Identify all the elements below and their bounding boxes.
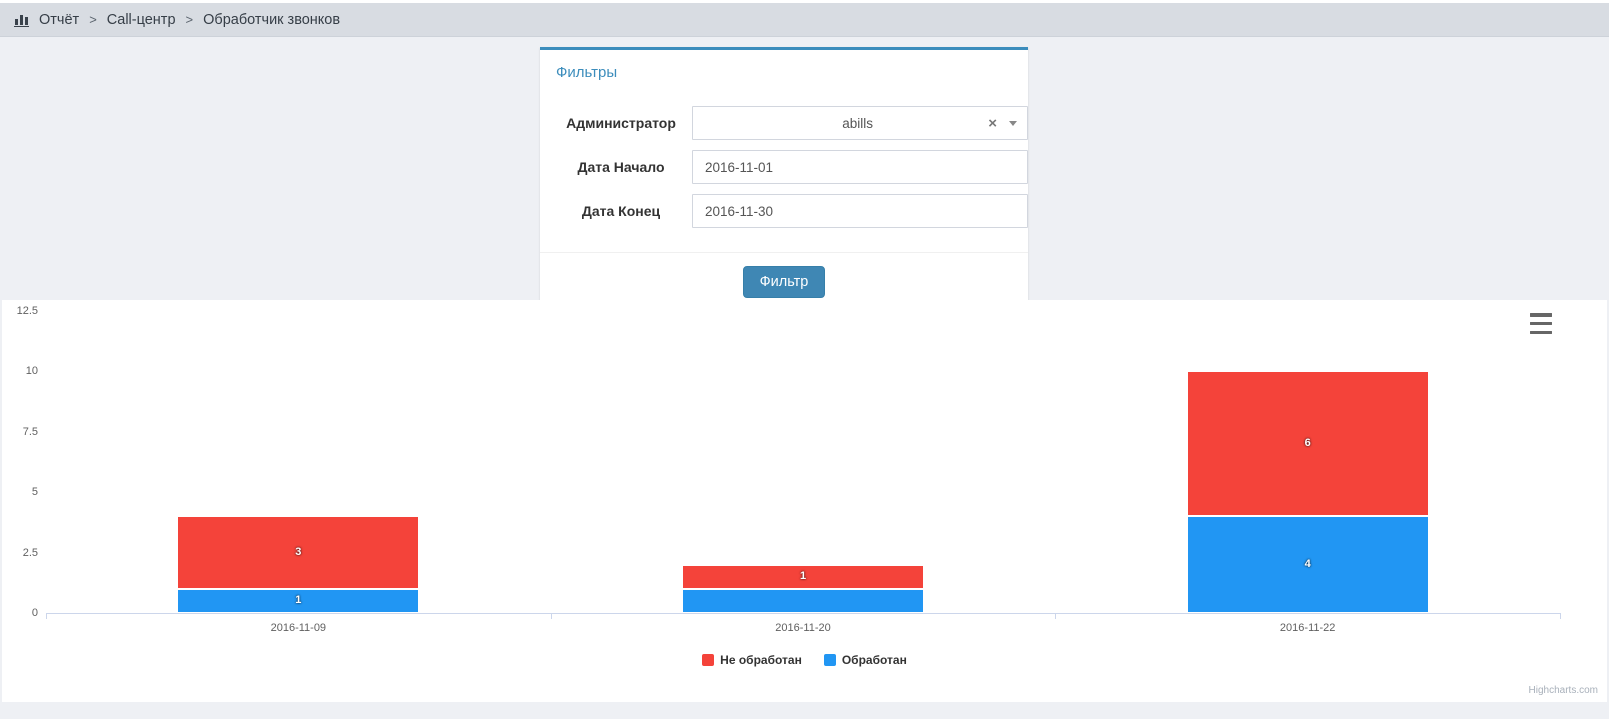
x-axis-tick [1560,613,1561,619]
legend-label: Не обработан [720,653,802,667]
y-axis-label: 7.5 [2,426,38,438]
y-axis-label: 5 [2,486,38,498]
admin-select[interactable]: abills × [692,106,1028,140]
x-axis-tick [46,613,47,619]
y-axis-label: 2.5 [2,547,38,559]
x-axis-line [46,613,1560,614]
date-end-row: Дата Конец [556,194,1012,228]
chart-context-menu-button[interactable] [1530,313,1554,334]
bar-data-label: 3 [248,546,348,558]
chart-legend: Не обработан Обработан [2,653,1607,667]
breadcrumb-item-report[interactable]: Отчёт [39,12,79,28]
filter-submit-button[interactable]: Фильтр [743,266,826,298]
highcharts-credit[interactable]: Highcharts.com [1529,685,1598,696]
bar-data-label: 1 [753,570,853,582]
breadcrumb-item-callcenter[interactable]: Call-центр [107,12,176,28]
date-start-row: Дата Начало [556,150,1012,184]
date-end-label: Дата Конец [556,203,686,219]
legend-swatch-icon [824,654,836,666]
y-axis-label: 12.5 [2,305,38,317]
filters-panel-body: Администратор abills × Дата Начало Дата … [540,88,1028,252]
y-axis-label: 0 [2,607,38,619]
x-axis-category-label: 2016-11-20 [775,622,830,634]
legend-item[interactable]: Не обработан [702,653,802,667]
hamburger-icon [1530,313,1552,317]
stacked-column-chart: Highcharts.com 0 2.5 5 7.5 10 12.5 2016-11-09 2… [2,300,1607,702]
filters-panel: Фильтры Администратор abills × Дата Нача… [540,47,1028,312]
breadcrumb-separator: > [185,12,195,27]
admin-label: Администратор [556,115,686,131]
bar-data-label: 6 [1258,437,1358,449]
admin-select-value: abills [693,116,982,131]
legend-item[interactable]: Обработан [824,653,907,667]
x-axis-tick [551,613,552,619]
bar-data-label: 4 [1258,558,1358,570]
admin-row: Администратор abills × [556,106,1012,140]
x-axis-tick [1055,613,1056,619]
calls-chart-card: Highcharts.com 0 2.5 5 7.5 10 12.5 2016-11-09 2… [2,300,1607,702]
y-axis-label: 10 [2,365,38,377]
legend-swatch-icon [702,654,714,666]
bar-data-label: 1 [248,594,348,606]
breadcrumb-bar: Отчёт > Call-центр > Обработчик звонков [0,3,1609,37]
x-axis-category-label: 2016-11-22 [1280,622,1335,634]
date-end-input[interactable] [692,194,1028,228]
breadcrumb-separator: > [88,12,98,27]
bar-chart-icon [14,12,30,27]
date-start-input[interactable] [692,150,1028,184]
date-start-label: Дата Начало [556,159,686,175]
chevron-down-icon[interactable] [1009,121,1017,126]
hamburger-icon [1530,331,1552,335]
legend-label: Обработан [842,653,907,667]
filters-title: Фильтры [556,64,617,81]
filters-panel-header: Фильтры [540,50,1028,88]
hamburger-icon [1530,322,1552,326]
breadcrumb-item-call-handler: Обработчик звонков [203,12,340,28]
x-axis-category-label: 2016-11-09 [271,622,326,634]
clear-icon[interactable]: × [982,116,1003,131]
bar-segment[interactable] [682,589,924,613]
